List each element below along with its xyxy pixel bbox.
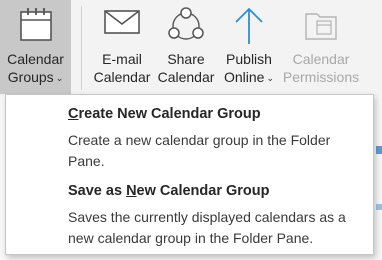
ribbon: Calendar Groups ⌄ E-mail Calendar Share … [0, 0, 382, 96]
calendar-groups-button[interactable]: Calendar Groups ⌄ [0, 0, 71, 94]
menu-item-description: Saves the currently displayed calendars … [68, 209, 346, 246]
publish-online-label-1: Publish [226, 51, 272, 67]
calendar-groups-label-2: Groups [7, 69, 54, 85]
mnemonic-letter: N [126, 183, 137, 199]
share-nodes-icon [166, 6, 206, 48]
calendar-folder-icon [303, 6, 339, 46]
blue-marker-fragment [376, 204, 382, 210]
mnemonic-letter: C [68, 106, 79, 122]
menu-item-title: Save as New Calendar Group [68, 182, 365, 201]
email-calendar-button[interactable]: E-mail Calendar [90, 0, 154, 94]
menu-item-title-pre: Save as [68, 183, 127, 199]
chevron-down-icon: ⌄ [266, 73, 274, 83]
calendar-permissions-label-2: Permissions [282, 69, 360, 85]
menu-item-title-rest: ew Calendar Group [136, 183, 270, 199]
share-calendar-label-1: Share [167, 51, 205, 67]
email-calendar-label-2: Calendar [93, 69, 151, 85]
menu-item-title-rest: reate New Calendar Group [78, 106, 261, 122]
publish-online-label-2: Online [223, 69, 265, 85]
menu-item-description: Create a new calendar group in the Folde… [68, 132, 331, 169]
envelope-icon [103, 6, 141, 40]
create-new-calendar-group-item[interactable]: Create New Calendar Group Create a new c… [68, 105, 365, 172]
ribbon-separator [81, 6, 82, 90]
share-calendar-button[interactable]: Share Calendar [155, 0, 217, 94]
email-calendar-label-1: E-mail [102, 51, 142, 67]
calendar-groups-label-1: Calendar [7, 51, 64, 67]
calendar-groups-dropdown: Create New Calendar Group Create a new c… [5, 94, 374, 255]
blue-marker-fragment [376, 146, 382, 154]
calendar-permissions-label-1: Calendar [292, 51, 350, 67]
menu-item-title: Create New Calendar Group [68, 105, 365, 124]
calendar-permissions-button[interactable]: Calendar Permissions [281, 0, 361, 94]
arrow-up-icon [231, 6, 267, 50]
chevron-down-icon: ⌄ [55, 73, 64, 83]
save-as-new-calendar-group-item[interactable]: Save as New Calendar Group Saves the cur… [68, 182, 365, 249]
publish-online-button[interactable]: Publish Online ⌄ [218, 0, 280, 94]
share-calendar-label-2: Calendar [157, 69, 215, 85]
calendar-icon [19, 6, 53, 46]
